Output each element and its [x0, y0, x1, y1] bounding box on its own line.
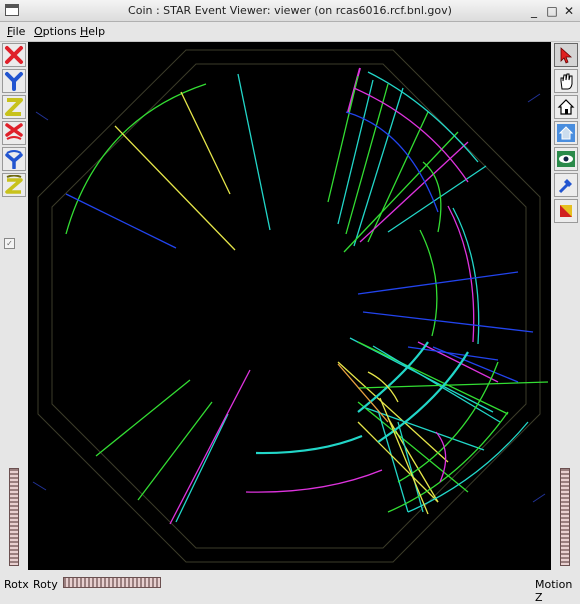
select-mode-button[interactable] — [554, 43, 578, 67]
menu-file[interactable]: File — [7, 25, 25, 38]
right-toolbar — [551, 42, 580, 570]
set-home-icon — [557, 124, 575, 142]
close-button[interactable]: ✕ — [561, 3, 577, 19]
z-axis-view-button[interactable] — [2, 95, 26, 119]
home-button[interactable] — [554, 95, 578, 119]
motion-z-thumbwheel[interactable] — [560, 468, 570, 566]
menu-bar: File Options Help — [0, 22, 580, 42]
z-axis-reverse-icon — [5, 175, 23, 194]
projection-button[interactable] — [554, 199, 578, 223]
event-display — [32, 49, 549, 563]
seek-icon — [558, 179, 572, 194]
menu-help[interactable]: Help — [80, 25, 105, 38]
view-all-icon — [557, 151, 575, 167]
toolbar-checkbox[interactable]: ✓ — [4, 238, 15, 249]
window-title: Coin : STAR Event Viewer: viewer (on rca… — [128, 4, 452, 17]
left-toolbar: ✓ — [0, 42, 28, 570]
tracks — [65, 67, 549, 525]
roty-label: Roty — [33, 578, 58, 591]
detector-outline — [37, 49, 541, 563]
x-axis-view-button[interactable] — [2, 43, 26, 67]
z-axis-reverse-button[interactable] — [2, 173, 26, 197]
view-all-button[interactable] — [554, 147, 578, 171]
3d-viewer-canvas[interactable] — [28, 42, 551, 570]
select-arrow-icon — [560, 47, 573, 64]
x-axis-reverse-icon — [5, 123, 23, 140]
rotx-label: Rotx — [4, 578, 29, 591]
seek-button[interactable] — [554, 173, 578, 197]
rotx-thumbwheel[interactable] — [9, 468, 19, 566]
y-axis-reverse-button[interactable] — [2, 147, 26, 171]
view-mode-button[interactable] — [554, 69, 578, 93]
minimize-button[interactable]: _ — [526, 3, 542, 19]
y-axis-view-icon — [5, 72, 23, 91]
status-bar: Rotx Roty Motion Z — [0, 570, 580, 604]
y-axis-view-button[interactable] — [2, 69, 26, 93]
detector-ticks — [32, 93, 546, 503]
set-home-button[interactable] — [554, 121, 578, 145]
menu-options[interactable]: Options — [34, 25, 76, 38]
x-axis-view-icon — [5, 46, 23, 64]
y-axis-reverse-icon — [5, 150, 23, 169]
maximize-button[interactable]: □ — [544, 3, 560, 19]
projection-icon — [560, 205, 572, 217]
home-icon — [557, 99, 575, 115]
roty-thumbwheel[interactable] — [63, 577, 161, 588]
motion-z-label: Motion Z — [535, 578, 573, 604]
title-bar: Coin : STAR Event Viewer: viewer (on rca… — [0, 0, 580, 22]
x-axis-reverse-button[interactable] — [2, 121, 26, 145]
hand-view-icon — [560, 73, 573, 90]
z-axis-view-icon — [5, 98, 23, 116]
